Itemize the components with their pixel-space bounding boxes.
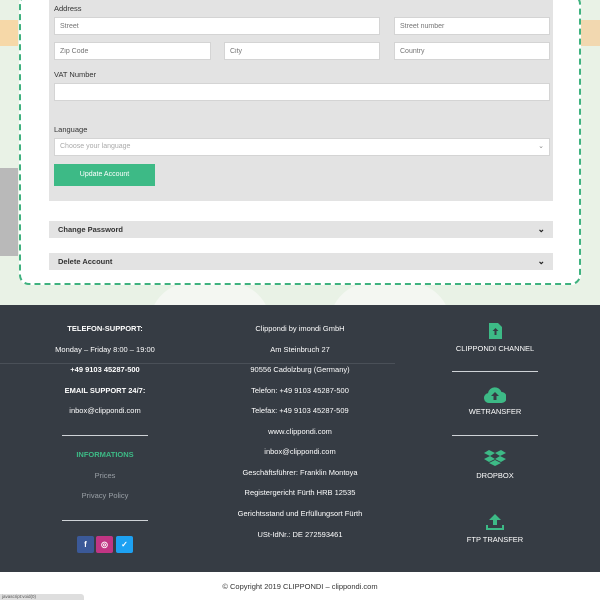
accordion-title: Delete Account [58,257,113,266]
ftp-upload-icon[interactable] [395,514,595,535]
country-input[interactable] [394,42,550,60]
profile-form: Address VAT Number Language Choose your … [49,0,553,201]
decoration [580,20,600,46]
company-line: Gerichtsstand und Erfüllungsort Fürth [237,509,363,518]
company-line: Geschäftsführer: Franklin Montoya [242,468,358,477]
support-phone[interactable]: +49 9103 45287-500 [0,365,210,374]
document-upload-icon[interactable] [395,323,595,344]
website-link[interactable]: www.clippondi.com [210,427,390,436]
divider [62,520,148,521]
company-line: Registergericht Fürth HRB 12535 [244,488,356,497]
accordion-title: Change Password [58,225,124,234]
support-title: TELEFON-SUPPORT: [67,324,143,333]
company-line: Am Steinbruch 27 [270,345,330,354]
decoration [0,168,18,256]
support-hours: Monday – Friday 8:00 – 19:00 [55,345,155,354]
decoration [0,20,18,46]
street-input[interactable] [54,17,380,35]
divider [452,371,538,372]
delete-account-accordion[interactable]: Delete Account ⌄ [49,253,553,270]
dropbox-link[interactable]: DROPBOX [395,471,595,480]
chevron-down-icon: ⌄ [538,143,544,150]
dropbox-icon[interactable] [395,450,595,471]
ftp-transfer-link[interactable]: FTP TRANSFER [395,535,595,544]
wetransfer-link[interactable]: WETRANSFER [395,407,595,416]
informations-title: INFORMATIONS [76,450,134,459]
privacy-policy-link[interactable]: Privacy Policy [0,491,210,500]
footer-divider [0,363,395,364]
page-background: Address VAT Number Language Choose your … [0,0,600,305]
footer: TELEFON-SUPPORT: Monday – Friday 8:00 – … [0,305,600,572]
company-line: Clippondi by imondi GmbH [255,324,345,333]
language-placeholder: Choose your language [60,143,131,150]
company-line: Telefax: +49 9103 45287-509 [251,406,349,415]
vat-number-input[interactable] [54,83,550,101]
cloud-upload-icon[interactable] [395,387,595,408]
chevron-down-icon: ⌄ [537,256,545,266]
account-card: Address VAT Number Language Choose your … [19,0,581,285]
change-password-accordion[interactable]: Change Password ⌄ [49,221,553,238]
facebook-icon[interactable]: f [77,536,94,553]
support-email-link[interactable]: inbox@clippondi.com [0,406,210,415]
divider [62,435,148,436]
language-select[interactable]: Choose your language ⌄ [54,138,550,156]
copyright-text: © Copyright 2019 CLIPPONDI – clippondi.c… [222,582,378,591]
vat-label: VAT Number [54,70,97,79]
company-line: Telefon: +49 9103 45287-500 [251,386,349,395]
decoration [330,283,450,305]
chevron-down-icon: ⌄ [537,224,545,234]
company-line: USt-IdNr.: DE 272593461 [257,530,343,539]
company-line: 90556 Cadolzburg (Germany) [250,365,350,374]
prices-link[interactable]: Prices [0,471,210,480]
status-bar-tooltip: javascript:void(0) [0,594,84,600]
decoration [150,283,270,305]
clippondi-channel-link[interactable]: CLIPPONDI CHANNEL [395,344,595,353]
instagram-icon[interactable]: ◎ [96,536,113,553]
email-support-title: EMAIL SUPPORT 24/7: [64,386,146,395]
zip-code-input[interactable] [54,42,211,60]
update-account-button[interactable]: Update Account [54,164,155,186]
twitter-icon[interactable]: ✓ [116,536,133,553]
language-label: Language [54,125,88,134]
address-label: Address [54,4,82,13]
city-input[interactable] [224,42,380,60]
divider [452,435,538,436]
street-number-input[interactable] [394,17,550,35]
company-email-link[interactable]: inbox@clippondi.com [210,447,390,456]
